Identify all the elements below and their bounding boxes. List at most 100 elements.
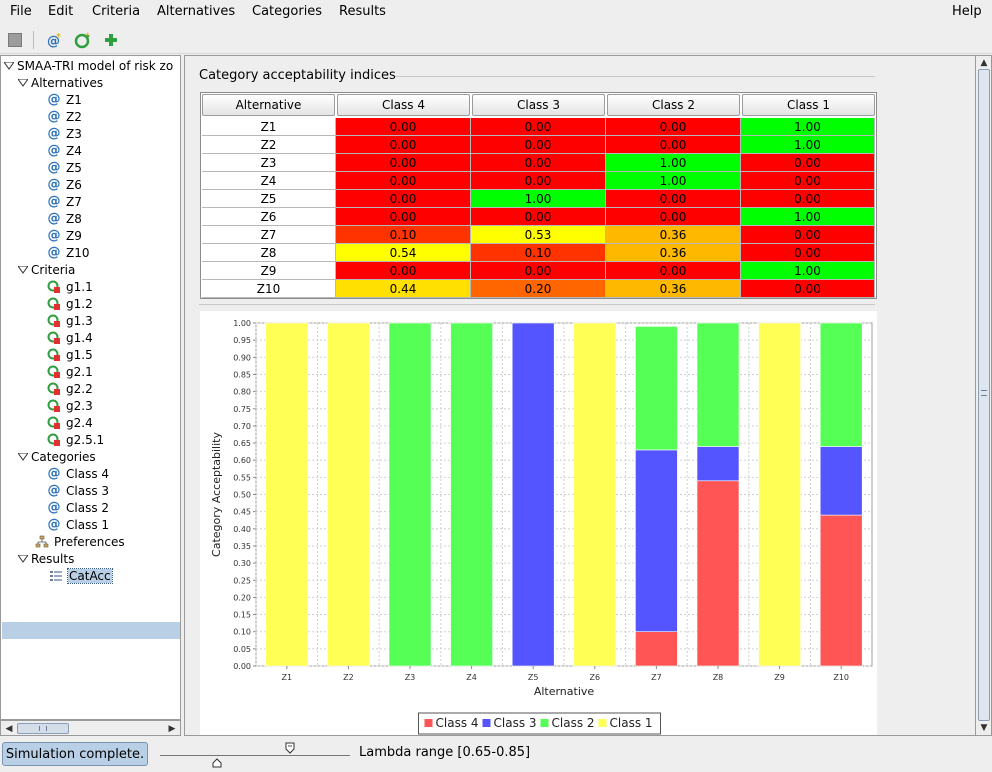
tree-alternative-z2[interactable]: @ Z2 xyxy=(47,108,82,125)
tree-categories[interactable]: Categories xyxy=(17,448,96,465)
expand-triangle-icon[interactable] xyxy=(17,553,28,564)
tree-root[interactable]: SMAA-TRI model of risk zo xyxy=(3,57,173,74)
tree-alternative-z1[interactable]: @ Z1 xyxy=(47,91,82,108)
tree-preferences[interactable]: Preferences xyxy=(35,533,125,550)
add-criterion-button[interactable]: * xyxy=(73,30,93,50)
tree-criterion-g2-1-label: g2.1 xyxy=(66,364,93,379)
tree-alternative-z9[interactable]: @ Z9 xyxy=(47,227,82,244)
tree-alternative-z8[interactable]: @ Z8 xyxy=(47,210,82,227)
acceptability-table: Alternative Class 4 Class 3 Class 2 Class 1 Z… xyxy=(200,92,877,299)
bar-segment xyxy=(819,514,863,667)
y-tick-label: 0.25 xyxy=(233,576,251,585)
tree-alternatives[interactable]: Alternatives xyxy=(17,74,103,91)
legend-swatch xyxy=(424,719,433,727)
table-cell-alternative: Z9 xyxy=(202,262,336,280)
tree-criterion-g1-4-label: g1.4 xyxy=(66,330,93,345)
table-header-class-2[interactable]: Class 2 xyxy=(607,94,740,116)
expand-triangle-icon[interactable] xyxy=(17,264,28,275)
table-cell-alternative: Z5 xyxy=(202,190,336,208)
slider-upper-thumb[interactable] xyxy=(285,742,295,754)
add-category-button[interactable] xyxy=(101,30,121,50)
scroll-thumb[interactable] xyxy=(17,723,69,734)
tree-alternative-z4[interactable]: @ Z4 xyxy=(47,142,82,159)
expand-triangle-icon[interactable] xyxy=(17,451,28,462)
menu-edit[interactable]: Edit xyxy=(48,4,73,20)
table-header-class-4[interactable]: Class 4 xyxy=(337,94,470,116)
add-alternative-button[interactable]: @ * xyxy=(45,30,65,50)
lambda-range-label: Lambda range [0.65-0.85] xyxy=(359,745,531,760)
y-tick-label: 1.00 xyxy=(233,319,251,328)
tree-alternative-z10[interactable]: @ Z10 xyxy=(47,244,90,261)
table-cell-value: 0.00 xyxy=(471,136,606,154)
tree-criterion-g2-4[interactable]: g2.4 xyxy=(47,414,93,431)
tree-horizontal-scrollbar[interactable]: ◀ ▶ xyxy=(0,720,181,736)
tree-criterion-g2-3[interactable]: g2.3 xyxy=(47,397,93,414)
table-header-alternative[interactable]: Alternative xyxy=(202,94,335,116)
tree-category-class-1[interactable]: @ Class 1 xyxy=(47,516,110,533)
menu-results[interactable]: Results xyxy=(339,4,386,20)
table-cell-value: 0.00 xyxy=(471,262,606,280)
tree-criteria[interactable]: Criteria xyxy=(17,261,75,278)
menu-bar: File Edit Criteria Alternatives Categori… xyxy=(0,0,992,25)
tree-criterion-g2-1[interactable]: g2.1 xyxy=(47,363,93,380)
scroll-thumb[interactable] xyxy=(978,69,990,721)
lambda-range-slider[interactable] xyxy=(160,741,350,769)
scroll-down-icon[interactable]: ▼ xyxy=(977,721,991,734)
section-title: Category acceptability indices xyxy=(199,68,396,83)
table-header-class-1[interactable]: Class 1 xyxy=(742,94,875,116)
x-tick-label: Z9 xyxy=(774,673,785,682)
table-cell-value: 0.20 xyxy=(471,280,606,298)
tree-alternative-z7[interactable]: @ Z7 xyxy=(47,193,82,210)
status-message[interactable]: Simulation complete. xyxy=(2,742,148,766)
menu-criteria[interactable]: Criteria xyxy=(92,4,140,20)
expand-triangle-icon[interactable] xyxy=(3,60,14,71)
tree-criterion-g1-2[interactable]: g1.2 xyxy=(47,295,93,312)
tree-alternative-z5[interactable]: @ Z5 xyxy=(47,159,82,176)
main-vertical-scrollbar[interactable]: ▲ ▼ xyxy=(975,55,992,736)
table-cell-value: 0.00 xyxy=(471,172,606,190)
menu-file[interactable]: File xyxy=(10,4,32,20)
bar-segment xyxy=(696,322,740,447)
menu-help[interactable]: Help xyxy=(952,4,982,20)
x-tick-label: Z6 xyxy=(590,673,601,682)
table-cell-value: 1.00 xyxy=(606,172,741,190)
expand-triangle-icon[interactable] xyxy=(17,77,28,88)
tree-results[interactable]: Results xyxy=(17,550,74,567)
table-cell-value: 0.10 xyxy=(471,244,606,262)
slider-lower-thumb[interactable] xyxy=(212,758,222,768)
table-cell-value: 0.36 xyxy=(606,244,741,262)
tree-criterion-g1-1[interactable]: g1.1 xyxy=(47,278,93,295)
tree-criterion-g1-5[interactable]: g1.5 xyxy=(47,346,93,363)
y-tick-label: 0.10 xyxy=(233,628,251,637)
scroll-up-icon[interactable]: ▲ xyxy=(977,56,991,69)
tree-criterion-g2-5-1[interactable]: g2.5.1 xyxy=(47,431,104,448)
tree-category-class-4[interactable]: @ Class 4 xyxy=(47,465,110,482)
tree-alternative-z3[interactable]: @ Z3 xyxy=(47,125,82,142)
tree-alternative-z6[interactable]: @ Z6 xyxy=(47,176,82,193)
criterion-icon xyxy=(47,433,61,447)
legend-label: Class 3 xyxy=(494,716,537,730)
menu-categories[interactable]: Categories xyxy=(252,4,322,20)
tree-criterion-g1-4[interactable]: g1.4 xyxy=(47,329,93,346)
table-cell-value: 1.00 xyxy=(741,136,875,154)
menu-alternatives[interactable]: Alternatives xyxy=(157,4,235,20)
tree-result-catacc[interactable]: CatAcc xyxy=(49,567,113,584)
add-criterion-icon: * xyxy=(74,32,90,49)
tree-criterion-g2-2[interactable]: g2.2 xyxy=(47,380,93,397)
tree-category-class-3[interactable]: @ Class 3 xyxy=(47,482,110,499)
preferences-icon xyxy=(35,535,49,549)
table-cell-value: 0.00 xyxy=(471,154,606,172)
tree-criterion-g1-3[interactable]: g1.3 xyxy=(47,312,93,329)
scroll-left-icon[interactable]: ◀ xyxy=(2,722,16,735)
criterion-icon xyxy=(47,280,61,294)
bar-segment xyxy=(573,322,617,667)
table-cell-value: 0.00 xyxy=(336,262,471,280)
save-button[interactable] xyxy=(5,30,25,50)
table-header-class-3[interactable]: Class 3 xyxy=(472,94,605,116)
tree-criterion-g1-2-label: g1.2 xyxy=(66,296,93,311)
category-icon: @ xyxy=(47,466,61,481)
scroll-right-icon[interactable]: ▶ xyxy=(165,722,179,735)
tree-criterion-g2-5-1-label: g2.5.1 xyxy=(66,432,105,447)
tree-category-class-2[interactable]: @ Class 2 xyxy=(47,499,110,516)
y-tick-label: 0.95 xyxy=(233,336,251,345)
